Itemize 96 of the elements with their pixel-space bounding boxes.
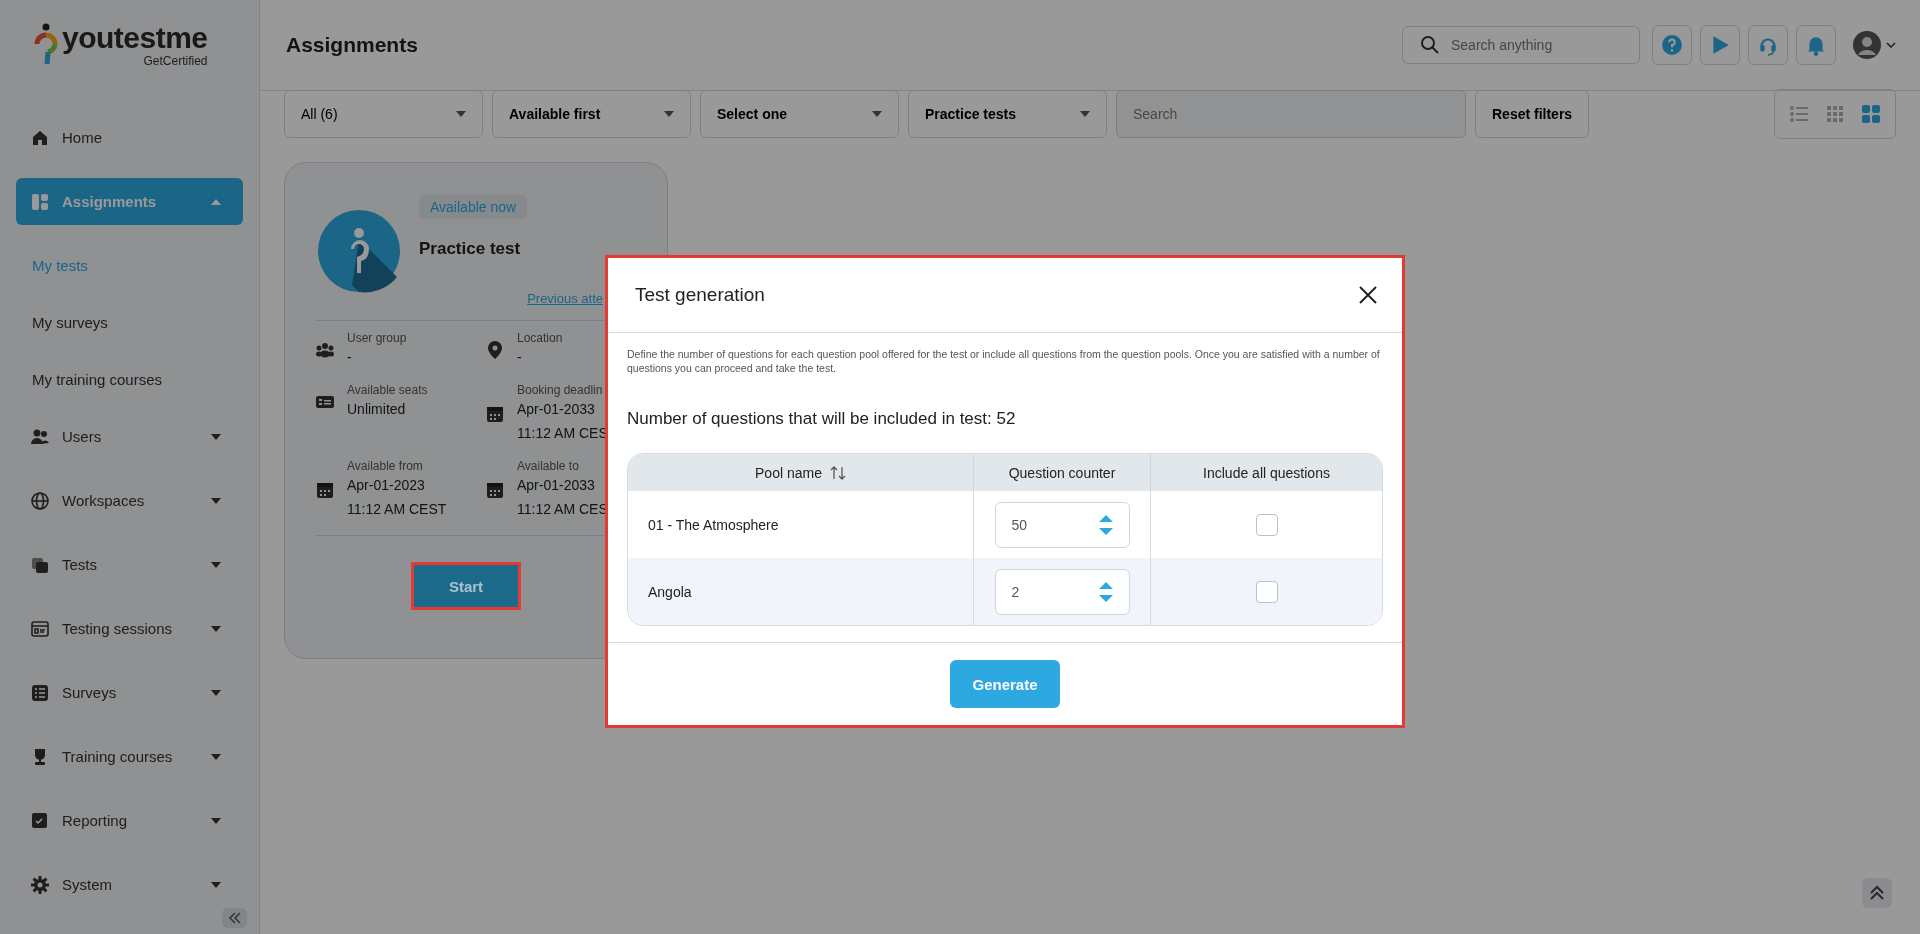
field-label: Available from [347,459,424,473]
column-header[interactable]: Pool name [628,454,974,491]
logo-icon [34,22,58,66]
question-count-summary: Number of questions that will be included in test: 52 [627,409,1017,429]
nav-icon [30,810,50,831]
test-icon [317,209,401,293]
sort-icon [829,465,846,480]
field-value: Apr-01-2033 [517,400,596,419]
sidebar-item[interactable]: Users [16,413,243,460]
caret-icon [872,111,882,117]
play-button[interactable] [1700,25,1740,65]
caret-icon [1080,111,1090,117]
caret-icon [211,689,221,696]
sidebar-item[interactable]: Training courses [16,733,243,780]
sidebar-subitem[interactable]: My training courses [16,356,243,403]
logo-wordmark: youtestme [62,22,208,54]
search-icon [1420,35,1440,55]
caret-icon [664,111,674,117]
filter-dropdown[interactable]: Select one [700,90,899,138]
nav-icon [30,618,50,639]
caret-icon [211,881,221,888]
list-icon [1789,104,1809,124]
sidebar-item[interactable]: Reporting [16,797,243,844]
filter-dropdown[interactable]: All (6) [284,90,483,138]
filter-dropdown[interactable]: Available first [492,90,691,138]
sidebar-subitem[interactable]: My surveys [16,299,243,346]
field-icon [485,404,505,424]
avatar-icon [1852,30,1882,60]
sidebar-item[interactable]: Home [16,114,243,161]
field-value: 11:12 AM CEST [347,500,447,519]
filter-dropdown[interactable]: Practice tests [908,90,1107,138]
field-icon [485,480,505,500]
help-button[interactable] [1652,25,1692,65]
sidebar-item[interactable]: Workspaces [16,477,243,524]
column-header: Include all questions [1202,463,1331,483]
support-button[interactable] [1748,25,1788,65]
field-icon [485,340,505,360]
question-counter-field[interactable]: 2 [994,568,1130,615]
field-icon [315,340,335,360]
sidebar-item[interactable]: Tests [16,541,243,588]
nav-icon [30,874,50,895]
reset-filters-button[interactable]: Reset filters [1475,90,1590,138]
close-icon [1358,285,1378,305]
sidebar-item[interactable]: Surveys [16,669,243,716]
nav-icon [30,191,50,212]
bell-icon [1805,34,1827,56]
scroll-to-top-button[interactable] [1862,878,1892,908]
field-label: Available seats [347,383,428,397]
dialog-description: Define the number of questions for each question pool offered for the test or include all questions from the question pools. Once you are satisfied with a number of questions you can proceed and take the test. [627,347,1381,375]
caret-icon [211,817,221,824]
tiles-icon [1861,104,1881,124]
notifications-button[interactable] [1796,25,1836,65]
field-label: Booking deadlin [517,383,604,397]
user-menu-button[interactable] [1852,30,1896,60]
question-counter-field[interactable]: 50 [994,501,1130,548]
chevron-down-icon [1886,42,1896,48]
sidebar-item[interactable]: System [16,861,243,908]
field-label: Location [517,331,563,345]
pool-name-cell: Angola [628,558,974,625]
stepper-icon[interactable] [1097,513,1114,536]
field-value: - [347,348,353,367]
field-value: Apr-01-2033 [517,476,596,495]
caret-icon [211,433,221,440]
start-button[interactable]: Start [411,562,521,610]
field-icon [315,480,335,500]
field-value: Unlimited [347,400,407,419]
include-all-checkbox[interactable] [1255,580,1278,603]
stepper-icon[interactable] [1097,580,1114,603]
sidebar-item[interactable]: Testing sessions [16,605,243,652]
logo-tagline: GetCertified [143,54,208,68]
caret-icon [211,625,221,632]
column-header: Question counter [974,454,1151,491]
availability-badge: Available now [419,195,528,219]
close-button[interactable] [1358,285,1378,305]
field-value: - [517,348,523,367]
caret-icon [456,111,466,117]
field-label: User group [347,331,407,345]
help-icon [1661,34,1683,56]
caret-icon [211,497,221,504]
caret-icon [211,561,221,568]
field-label: Available to [517,459,580,473]
page-title: Assignments [286,33,418,57]
field-value: Apr-01-2023 [347,476,426,495]
card-title: Practice test [419,239,521,259]
nav-icon [30,682,50,703]
search-field[interactable]: Search [1116,90,1466,138]
dialog-title: Test generation [635,284,765,306]
double-chevron-up-icon [1869,885,1885,901]
double-chevron-left-icon [227,912,242,924]
caret-icon [211,753,221,760]
collapse-sidebar-button[interactable] [222,908,247,928]
caret-icon [211,198,221,205]
search-field[interactable]: Search anything [1402,26,1640,64]
grid-icon [1825,104,1845,124]
include-all-checkbox[interactable] [1255,513,1278,536]
nav-icon [30,490,50,511]
